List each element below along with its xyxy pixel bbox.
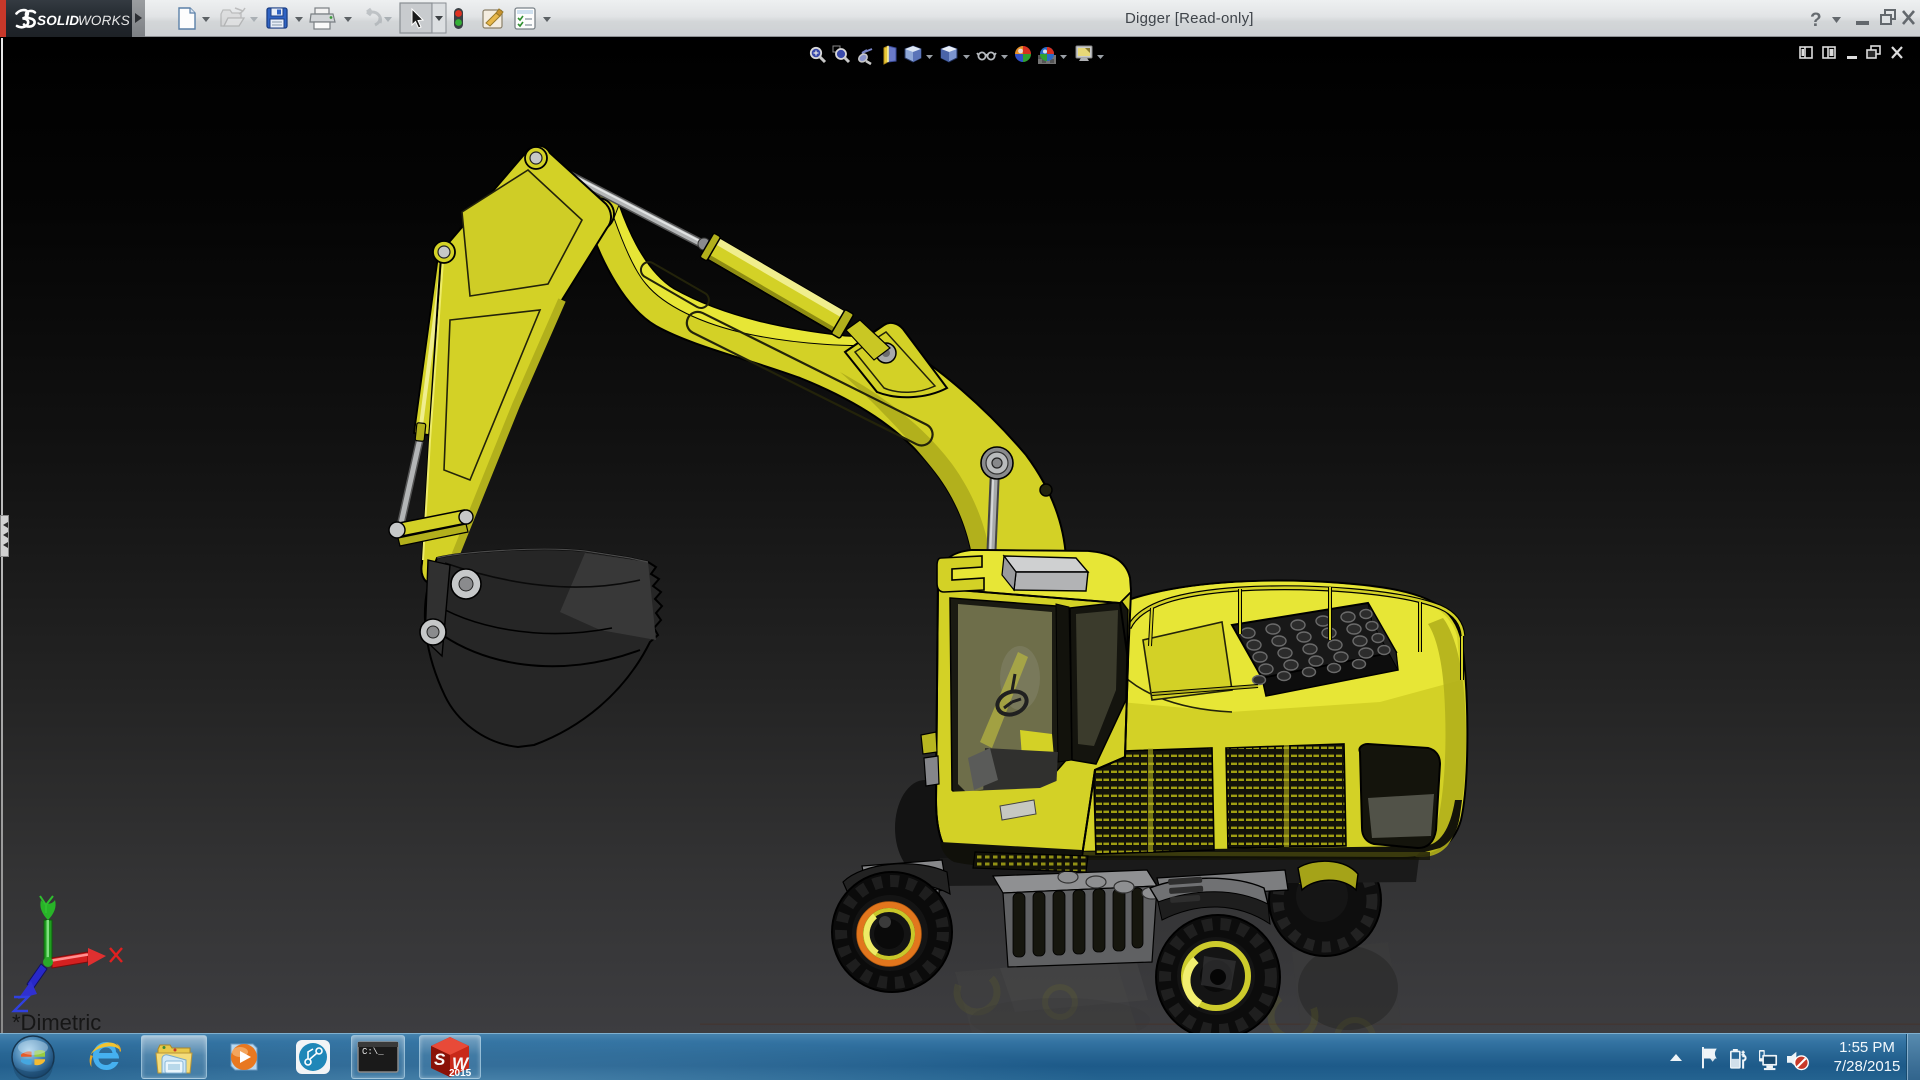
svg-text:2015: 2015 — [449, 1068, 472, 1079]
svg-text:S: S — [434, 1050, 446, 1069]
svg-text:WORKS: WORKS — [78, 13, 130, 28]
svg-text:?: ? — [1810, 10, 1822, 31]
svg-text:C:\_: C:\_ — [362, 1047, 384, 1057]
svg-text:SOLID: SOLID — [37, 13, 79, 28]
